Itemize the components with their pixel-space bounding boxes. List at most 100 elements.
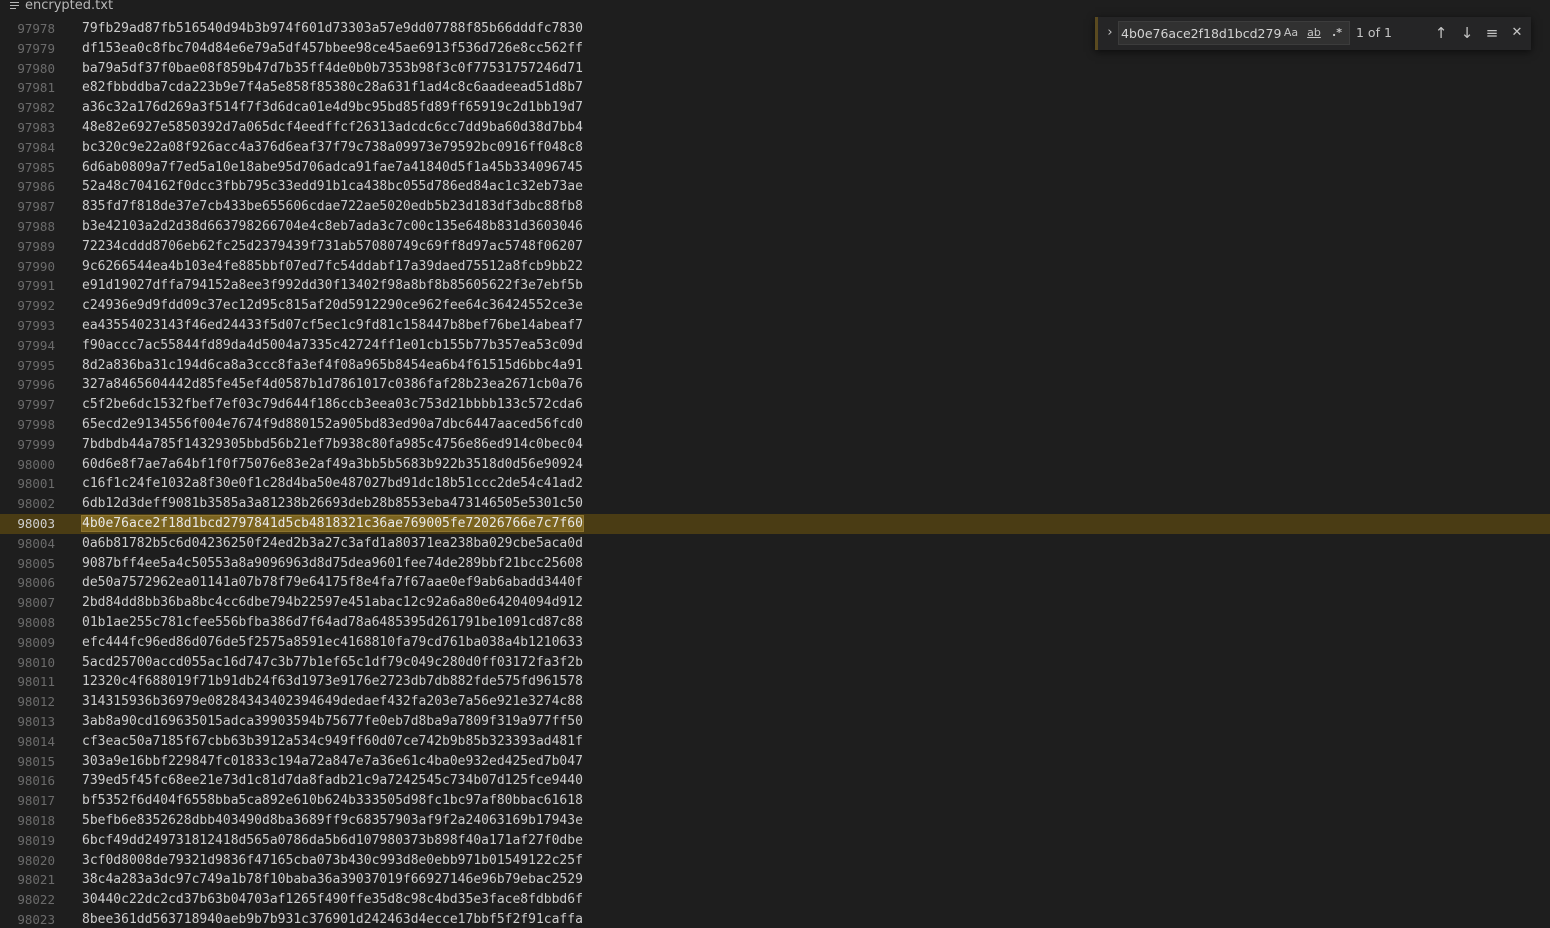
- close-find-icon[interactable]: ✕: [1508, 24, 1526, 42]
- editor-line[interactable]: 97986 52a48c704162f0dcc3fbb795c33edd91b1c…: [0, 177, 1550, 197]
- file-tab[interactable]: encrypted.txt: [10, 0, 113, 14]
- editor-line[interactable]: 97990 9c6266544ea4b103e4fe885bbf07ed7fc54…: [0, 257, 1550, 277]
- line-text[interactable]: 0a6b81782b5c6d04236250f24ed2b3a27c3afd1a…: [82, 534, 583, 554]
- editor-line[interactable]: 97996 327a8465604442d85fe45ef4d0587b1d786…: [0, 375, 1550, 395]
- line-text[interactable]: 5acd25700accd055ac16d747c3b77b1ef65c1df7…: [82, 653, 583, 673]
- line-text[interactable]: 8d2a836ba31c194d6ca8a3ccc8fa3ef4f08a965b…: [82, 356, 583, 376]
- line-text[interactable]: 3ab8a90cd169635015adca39903594b75677fe0e…: [82, 712, 583, 732]
- line-text[interactable]: 30440c22dc2cd37b63b04703af1265f490ffe35d…: [82, 890, 583, 910]
- editor-line[interactable]: 98013 3ab8a90cd169635015adca39903594b7567…: [0, 712, 1550, 732]
- editor-line[interactable]: 98006 de50a7572962ea01141a07b78f79e64175f…: [0, 573, 1550, 593]
- line-text[interactable]: 52a48c704162f0dcc3fbb795c33edd91b1ca438b…: [82, 177, 583, 197]
- line-text[interactable]: 2bd84dd8bb36ba8bc4cc6dbe794b22597e451aba…: [82, 593, 583, 613]
- editor-line[interactable]: 98004 0a6b81782b5c6d04236250f24ed2b3a27c3…: [0, 534, 1550, 554]
- line-text[interactable]: 48e82e6927e5850392d7a065dcf4eedffcf26313…: [82, 118, 583, 138]
- line-text[interactable]: 4b0e76ace2f18d1bcd2797841d5cb4818321c36a…: [81, 514, 584, 534]
- editor-line[interactable]: 98012 314315936b36979e08284343402394649de…: [0, 692, 1550, 712]
- find-input[interactable]: [1121, 24, 1281, 42]
- line-text[interactable]: 5befb6e8352628dbb403490d8ba3689ff9c68357…: [82, 811, 583, 831]
- line-text[interactable]: 79fb29ad87fb516540d94b3b974f601d73303a57…: [82, 19, 583, 39]
- editor-line[interactable]: 98022 30440c22dc2cd37b63b04703af1265f490f…: [0, 890, 1550, 910]
- editor-line[interactable]: 98001 c16f1c24fe1032a8f30e0f1c28d4ba50e48…: [0, 474, 1550, 494]
- line-text[interactable]: 72234cddd8706eb62fc25d2379439f731ab57080…: [82, 237, 583, 257]
- editor-line[interactable]: 98018 5befb6e8352628dbb403490d8ba3689ff9c…: [0, 811, 1550, 831]
- editor-line[interactable]: 97983 48e82e6927e5850392d7a065dcf4eedffcf…: [0, 118, 1550, 138]
- line-text[interactable]: ea43554023143f46ed24433f5d07cf5ec1c9fd81…: [82, 316, 583, 336]
- editor-line[interactable]: 97993 ea43554023143f46ed24433f5d07cf5ec1c…: [0, 316, 1550, 336]
- match-case-toggle[interactable]: Aa: [1282, 25, 1300, 41]
- line-text[interactable]: 8bee361dd563718940aeb9b7b931c376901d2424…: [82, 910, 583, 928]
- whole-word-toggle[interactable]: ab: [1304, 25, 1324, 41]
- line-text[interactable]: e91d19027dffa794152a8ee3f992dd30f13402f9…: [82, 276, 583, 296]
- editor-line[interactable]: 97989 72234cddd8706eb62fc25d2379439f731ab…: [0, 237, 1550, 257]
- line-text[interactable]: df153ea0c8fbc704d84e6e79a5df457bbee98ce4…: [82, 39, 583, 59]
- editor-line[interactable]: 97997 c5f2be6dc1532fbef7ef03c79d644f186cc…: [0, 395, 1550, 415]
- editor-line[interactable]: 98009 efc444fc96ed86d076de5f2575a8591ec41…: [0, 633, 1550, 653]
- line-text[interactable]: 12320c4f688019f71b91db24f63d1973e9176e27…: [82, 672, 583, 692]
- editor-line[interactable]: 98002 6db12d3deff9081b3585a3a81238b26693d…: [0, 494, 1550, 514]
- line-text[interactable]: de50a7572962ea01141a07b78f79e64175f8e4fa…: [82, 573, 583, 593]
- line-text[interactable]: 835fd7f818de37e7cb433be655606cdae722ae50…: [82, 197, 583, 217]
- line-text[interactable]: c24936e9d9fdd09c37ec12d95c815af20d591229…: [82, 296, 583, 316]
- editor-line[interactable]: 97991 e91d19027dffa794152a8ee3f992dd30f13…: [0, 276, 1550, 296]
- line-text[interactable]: 9087bff4ee5a4c50553a8a9096963d8d75dea960…: [82, 554, 583, 574]
- line-text[interactable]: e82fbbddba7cda223b9e7f4a5e858f85380c28a6…: [82, 78, 583, 98]
- editor-line[interactable]: 98020 3cf0d8008de79321d9836f47165cba073b4…: [0, 851, 1550, 871]
- editor-line[interactable]: 98011 12320c4f688019f71b91db24f63d1973e91…: [0, 672, 1550, 692]
- editor-line[interactable]: 98014 cf3eac50a7185f67cbb63b3912a534c949f…: [0, 732, 1550, 752]
- editor-line[interactable]: 97982 a36c32a176d269a3f514f7f3d6dca01e4d9…: [0, 98, 1550, 118]
- line-text[interactable]: 3cf0d8008de79321d9836f47165cba073b430c99…: [82, 851, 583, 871]
- line-text[interactable]: 65ecd2e9134556f004e7674f9d880152a905bd83…: [82, 415, 583, 435]
- previous-match-icon[interactable]: ↑: [1432, 24, 1450, 42]
- editor-line[interactable]: 97984 bc320c9e22a08f926acc4a376d6eaf37f79…: [0, 138, 1550, 158]
- next-match-icon[interactable]: ↓: [1458, 24, 1476, 42]
- find-in-selection-icon[interactable]: ≡: [1483, 24, 1501, 42]
- editor-line[interactable]: 97995 8d2a836ba31c194d6ca8a3ccc8fa3ef4f08…: [0, 356, 1550, 376]
- line-text[interactable]: ba79a5df37f0bae08f859b47d7b35ff4de0b0b73…: [82, 59, 583, 79]
- editor-line[interactable]: 98007 2bd84dd8bb36ba8bc4cc6dbe794b22597e4…: [0, 593, 1550, 613]
- editor-line[interactable]: 97999 7bdbdb44a785f14329305bbd56b21ef7b93…: [0, 435, 1550, 455]
- editor-line[interactable]: 97988 b3e42103a2d2d38d663798266704e4c8eb7…: [0, 217, 1550, 237]
- editor-line[interactable]: 98023 8bee361dd563718940aeb9b7b931c376901…: [0, 910, 1550, 928]
- line-text[interactable]: efc444fc96ed86d076de5f2575a8591ec4168810…: [82, 633, 583, 653]
- editor-line[interactable]: 98008 01b1ae255c781cfee556bfba386d7f64ad7…: [0, 613, 1550, 633]
- editor-line[interactable]: 98019 6bcf49dd249731812418d565a0786da5b6d…: [0, 831, 1550, 851]
- editor-line[interactable]: 98000 60d6e8f7ae7a64bf1f0f75076e83e2af49a…: [0, 455, 1550, 475]
- line-text[interactable]: 6db12d3deff9081b3585a3a81238b26693deb28b…: [82, 494, 583, 514]
- editor-line[interactable]: 98003 4b0e76ace2f18d1bcd2797841d5cb481832…: [0, 514, 1550, 534]
- line-text[interactable]: 6bcf49dd249731812418d565a0786da5b6d10798…: [82, 831, 583, 851]
- editor-line[interactable]: 98017 bf5352f6d404f6558bba5ca892e610b624b…: [0, 791, 1550, 811]
- regex-toggle[interactable]: .*: [1328, 25, 1346, 41]
- editor-line[interactable]: 98005 9087bff4ee5a4c50553a8a9096963d8d75d…: [0, 554, 1550, 574]
- editor-line[interactable]: 97987 835fd7f818de37e7cb433be655606cdae72…: [0, 197, 1550, 217]
- line-text[interactable]: 303a9e16bbf229847fc01833c194a72a847e7a36…: [82, 752, 583, 772]
- line-text[interactable]: c16f1c24fe1032a8f30e0f1c28d4ba50e487027b…: [82, 474, 583, 494]
- line-text[interactable]: bc320c9e22a08f926acc4a376d6eaf37f79c738a…: [82, 138, 583, 158]
- editor-line[interactable]: 98016 739ed5f45fc68ee21e73d1c81d7da8fadb2…: [0, 771, 1550, 791]
- line-text[interactable]: 38c4a283a3dc97c749a1b78f10baba36a3903701…: [82, 870, 583, 890]
- editor-line[interactable]: 97998 65ecd2e9134556f004e7674f9d880152a90…: [0, 415, 1550, 435]
- editor-line[interactable]: 97994 f90accc7ac55844fd89da4d5004a7335c42…: [0, 336, 1550, 356]
- editor-line[interactable]: 97981 e82fbbddba7cda223b9e7f4a5e858f85380…: [0, 78, 1550, 98]
- line-text[interactable]: cf3eac50a7185f67cbb63b3912a534c949ff60d0…: [82, 732, 583, 752]
- editor-line[interactable]: 98015 303a9e16bbf229847fc01833c194a72a847…: [0, 752, 1550, 772]
- toggle-replace-chevron-icon[interactable]: ›: [1104, 25, 1116, 41]
- line-text[interactable]: 9c6266544ea4b103e4fe885bbf07ed7fc54ddabf…: [82, 257, 583, 277]
- line-text[interactable]: bf5352f6d404f6558bba5ca892e610b624b33350…: [82, 791, 583, 811]
- find-input-box[interactable]: Aa ab .*: [1118, 21, 1350, 45]
- line-text[interactable]: 60d6e8f7ae7a64bf1f0f75076e83e2af49a3bb5b…: [82, 455, 583, 475]
- line-text[interactable]: 327a8465604442d85fe45ef4d0587b1d7861017c…: [82, 375, 583, 395]
- editor-line[interactable]: 98010 5acd25700accd055ac16d747c3b77b1ef65…: [0, 653, 1550, 673]
- line-text[interactable]: a36c32a176d269a3f514f7f3d6dca01e4d9bc95b…: [82, 98, 583, 118]
- editor-line[interactable]: 98021 38c4a283a3dc97c749a1b78f10baba36a39…: [0, 870, 1550, 890]
- editor[interactable]: 97978 79fb29ad87fb516540d94b3b974f601d733…: [0, 19, 1550, 928]
- line-text[interactable]: 6d6ab0809a7f7ed5a10e18abe95d706adca91fae…: [82, 158, 583, 178]
- line-text[interactable]: f90accc7ac55844fd89da4d5004a7335c42724ff…: [82, 336, 583, 356]
- line-text[interactable]: 7bdbdb44a785f14329305bbd56b21ef7b938c80f…: [82, 435, 583, 455]
- line-text[interactable]: 01b1ae255c781cfee556bfba386d7f64ad78a648…: [82, 613, 583, 633]
- line-text[interactable]: b3e42103a2d2d38d663798266704e4c8eb7ada3c…: [82, 217, 583, 237]
- line-text[interactable]: 739ed5f45fc68ee21e73d1c81d7da8fadb21c9a7…: [82, 771, 583, 791]
- editor-line[interactable]: 97985 6d6ab0809a7f7ed5a10e18abe95d706adca…: [0, 158, 1550, 178]
- editor-line[interactable]: 97992 c24936e9d9fdd09c37ec12d95c815af20d5…: [0, 296, 1550, 316]
- line-text[interactable]: 314315936b36979e08284343402394649dedaef4…: [82, 692, 583, 712]
